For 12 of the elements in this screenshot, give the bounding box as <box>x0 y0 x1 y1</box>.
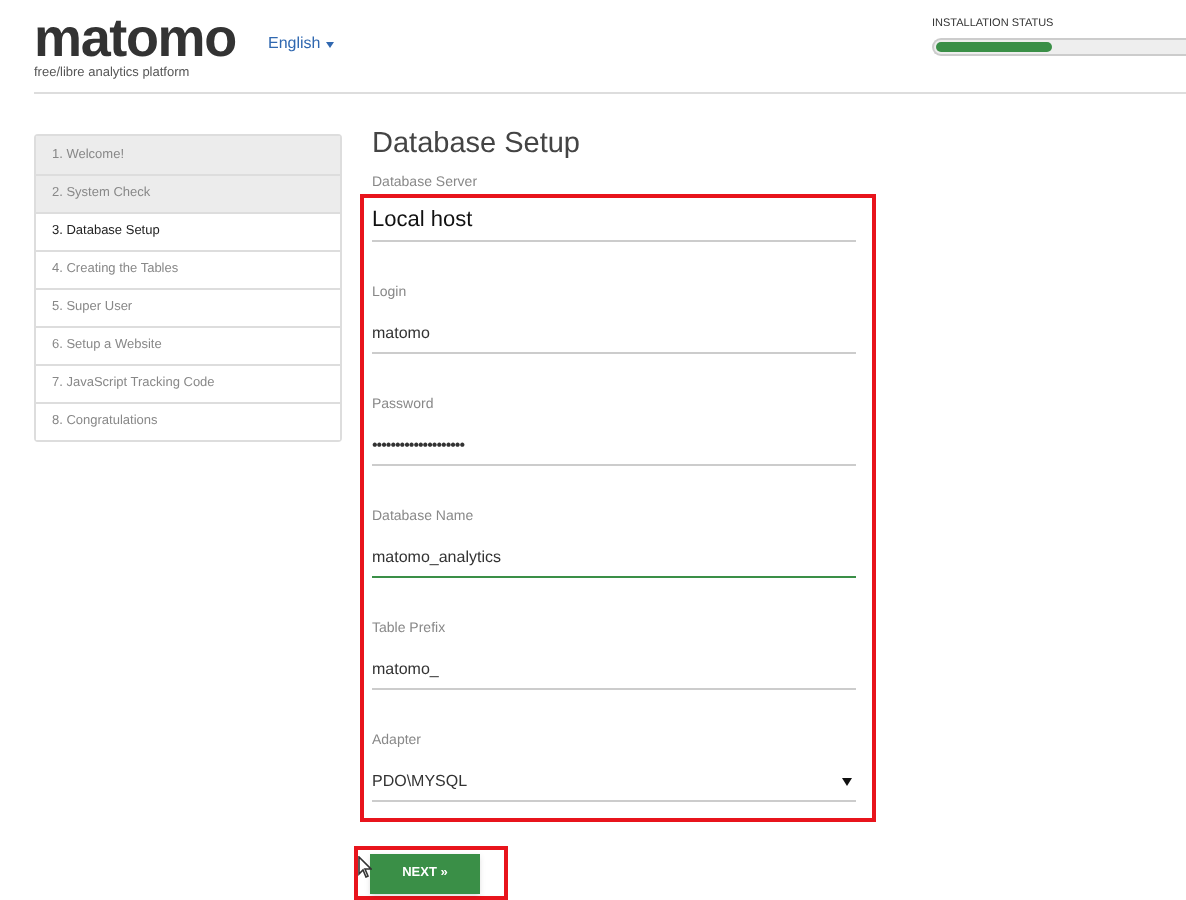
caret-icon <box>326 41 335 47</box>
language-dropdown[interactable]: English <box>268 32 335 56</box>
dropdown-arrow-icon <box>842 777 852 785</box>
input-field[interactable]: matomo_ <box>372 650 856 690</box>
input-field[interactable]: matomo <box>372 314 856 354</box>
logo: matomo <box>34 12 236 64</box>
page-title: Database Setup <box>372 126 580 162</box>
input-field[interactable]: Local host <box>372 202 856 242</box>
adapter-select[interactable]: PDO\MYSQL <box>372 762 856 802</box>
cursor-icon <box>358 856 372 878</box>
input-field[interactable]: matomo_analytics <box>372 538 856 578</box>
input-field[interactable]: •••••••••••••••••••• <box>372 426 856 466</box>
